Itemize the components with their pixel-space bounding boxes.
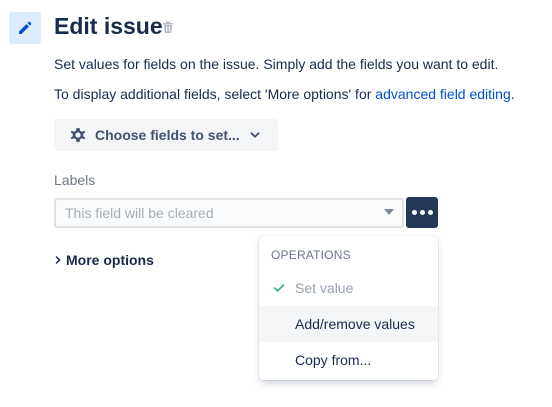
labels-select[interactable]: This field will be cleared [54, 198, 404, 228]
trash-icon[interactable] [161, 20, 175, 34]
more-dots-icon [427, 210, 433, 215]
menu-item-label: Set value [295, 280, 354, 296]
more-options-toggle[interactable]: More options [54, 252, 154, 268]
chevron-right-icon [55, 256, 61, 264]
labels-field-label: Labels [54, 172, 96, 188]
check-icon [273, 284, 285, 292]
operations-menu: OPERATIONS Set value Add/remove values C… [259, 236, 438, 380]
page-title: Edit issue [54, 13, 163, 39]
caret-down-icon [384, 209, 394, 215]
more-dots-icon [411, 210, 417, 215]
menu-item-copy-from[interactable]: Copy from... [259, 342, 438, 378]
pencil-icon [9, 12, 41, 44]
choose-fields-label: Choose fields to set... [95, 127, 240, 143]
gear-icon [70, 128, 86, 142]
more-dots-icon [419, 210, 425, 215]
description-line-2-suffix: . [510, 86, 515, 102]
menu-item-label: Copy from... [295, 352, 372, 368]
description-line-2-text: To display additional fields, select 'Mo… [54, 86, 376, 102]
chevron-down-icon [250, 132, 260, 138]
field-operations-button[interactable] [406, 197, 438, 228]
labels-select-placeholder: This field will be cleared [65, 205, 214, 221]
menu-item-add-remove-values[interactable]: Add/remove values [259, 306, 438, 342]
description-line-1: Set values for fields on the issue. Simp… [54, 56, 499, 72]
menu-item-label: Add/remove values [295, 316, 415, 332]
advanced-field-editing-link[interactable]: advanced field editing [375, 86, 510, 102]
menu-item-set-value[interactable]: Set value [259, 270, 438, 306]
description-line-2: To display additional fields, select 'Mo… [54, 85, 515, 103]
edit-issue-panel: Edit issue Set values for fields on the … [0, 0, 552, 407]
operations-menu-heading: OPERATIONS [271, 248, 351, 262]
more-options-label: More options [66, 252, 154, 268]
choose-fields-button[interactable]: Choose fields to set... [54, 119, 278, 151]
